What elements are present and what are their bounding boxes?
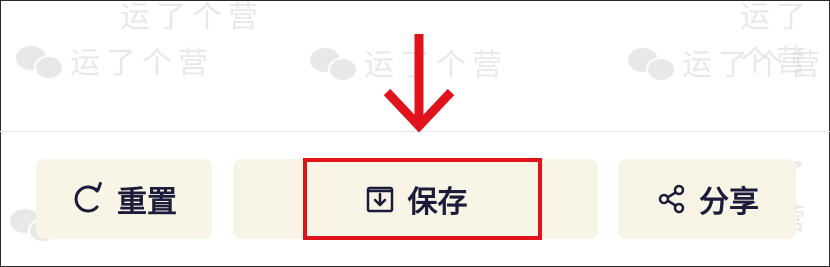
share-button-label: 分享	[699, 185, 759, 220]
save-button-label: 保存	[407, 185, 468, 220]
save-button[interactable]: 保存	[233, 159, 598, 239]
share-icon	[655, 183, 687, 215]
reset-button-label: 重置	[117, 185, 177, 220]
toolbar-divider	[0, 131, 830, 132]
refresh-icon	[71, 182, 105, 216]
download-icon	[364, 183, 396, 215]
share-button[interactable]: 分享	[618, 159, 796, 239]
reset-button[interactable]: 重置	[36, 159, 212, 239]
